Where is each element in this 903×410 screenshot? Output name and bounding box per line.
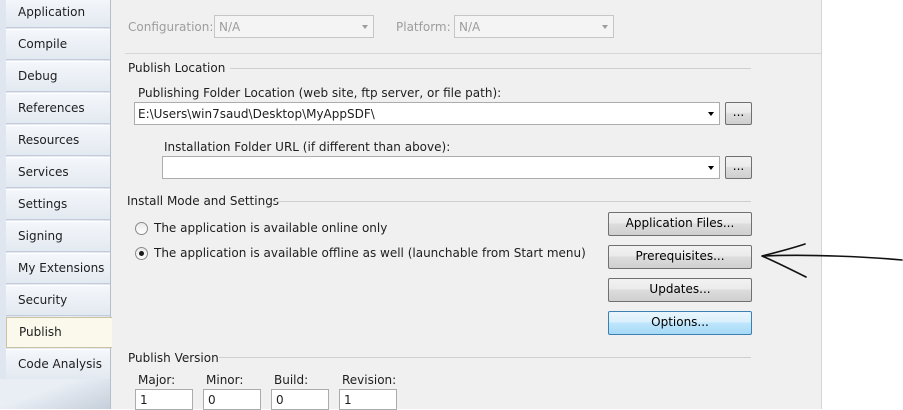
revision-field[interactable]: 1 — [339, 389, 397, 410]
browse-url-button[interactable]: ... — [725, 156, 752, 179]
tab-label: References — [18, 101, 85, 115]
section-divider — [230, 68, 751, 69]
browse-folder-button[interactable]: ... — [725, 102, 752, 125]
tab-security[interactable]: Security — [6, 285, 110, 316]
offline-label[interactable]: The application is available offline as … — [154, 246, 586, 260]
publish-page: Configuration: N/A Platform: N/A Publish… — [111, 0, 822, 410]
tab-label: Debug — [18, 69, 58, 83]
platform-dropdown: N/A — [454, 15, 614, 38]
tab-label: Publish — [19, 325, 62, 339]
tab-strip-tail — [0, 379, 111, 409]
tab-my-extensions[interactable]: My Extensions — [6, 253, 110, 284]
config-separator — [125, 53, 822, 54]
offline-radio[interactable] — [135, 247, 148, 260]
build-label: Build: — [274, 373, 309, 387]
tab-label: Settings — [18, 197, 68, 211]
chevron-down-icon — [362, 25, 368, 29]
panel-border — [821, 0, 822, 409]
section-divider — [274, 201, 751, 202]
tab-publish[interactable]: Publish — [6, 317, 112, 348]
revision-value: 1 — [344, 393, 352, 407]
tab-settings[interactable]: Settings — [6, 189, 110, 220]
chevron-down-icon[interactable] — [708, 166, 714, 170]
prerequisites-button[interactable]: Prerequisites... — [608, 245, 752, 269]
publish-location-heading: Publish Location — [128, 61, 226, 75]
tab-label: Application — [18, 5, 86, 19]
installation-url-combo[interactable] — [162, 156, 720, 179]
configuration-dropdown: N/A — [214, 15, 374, 38]
options-button[interactable]: Options... — [608, 311, 752, 335]
application-files-button[interactable]: Application Files... — [608, 212, 752, 236]
major-field[interactable]: 1 — [135, 389, 193, 410]
tab-label: Security — [18, 293, 68, 307]
radio-selected-dot — [139, 251, 144, 256]
minor-label: Minor: — [206, 373, 244, 387]
build-value: 0 — [276, 393, 284, 407]
major-label: Major: — [138, 373, 176, 387]
tab-label: Resources — [18, 133, 80, 147]
chevron-down-icon — [602, 25, 608, 29]
online-only-radio[interactable] — [135, 222, 148, 235]
tab-label: Services — [18, 165, 69, 179]
tab-label: My Extensions — [18, 261, 105, 275]
annotation-arrow-icon — [761, 243, 903, 278]
tab-label: Compile — [18, 37, 68, 51]
major-value: 1 — [140, 393, 148, 407]
revision-label: Revision: — [342, 373, 397, 387]
online-only-label[interactable]: The application is available online only — [154, 221, 387, 235]
tab-signing[interactable]: Signing — [6, 221, 110, 252]
configuration-label: Configuration: — [128, 20, 214, 34]
minor-value: 0 — [208, 393, 216, 407]
tab-resources[interactable]: Resources — [6, 125, 110, 156]
tab-compile[interactable]: Compile — [6, 29, 110, 60]
platform-label: Platform: — [396, 20, 451, 34]
publishing-folder-combo[interactable]: E:\Users\win7saud\Desktop\MyAppSDF\ — [134, 102, 720, 125]
tab-debug[interactable]: Debug — [6, 61, 110, 92]
chevron-down-icon[interactable] — [708, 112, 714, 116]
publish-version-heading: Publish Version — [128, 351, 219, 365]
platform-value: N/A — [459, 20, 481, 34]
tab-label: Code Analysis — [18, 357, 102, 371]
tab-services[interactable]: Services — [6, 157, 110, 188]
tab-label: Signing — [18, 229, 63, 243]
build-field[interactable]: 0 — [271, 389, 329, 410]
minor-field[interactable]: 0 — [203, 389, 261, 410]
tab-references[interactable]: References — [6, 93, 110, 124]
project-properties-tabs: Application Compile Debug References Res… — [0, 0, 112, 409]
configuration-value: N/A — [219, 20, 241, 34]
installation-url-label: Installation Folder URL (if different th… — [164, 140, 451, 154]
tab-application[interactable]: Application — [6, 0, 110, 28]
publishing-folder-value: E:\Users\win7saud\Desktop\MyAppSDF\ — [138, 107, 375, 121]
install-mode-heading: Install Mode and Settings — [127, 194, 280, 208]
publishing-folder-label: Publishing Folder Location (web site, ft… — [138, 86, 502, 100]
updates-button[interactable]: Updates... — [608, 278, 752, 302]
tab-code-analysis[interactable]: Code Analysis — [6, 349, 110, 380]
section-divider — [219, 357, 751, 358]
